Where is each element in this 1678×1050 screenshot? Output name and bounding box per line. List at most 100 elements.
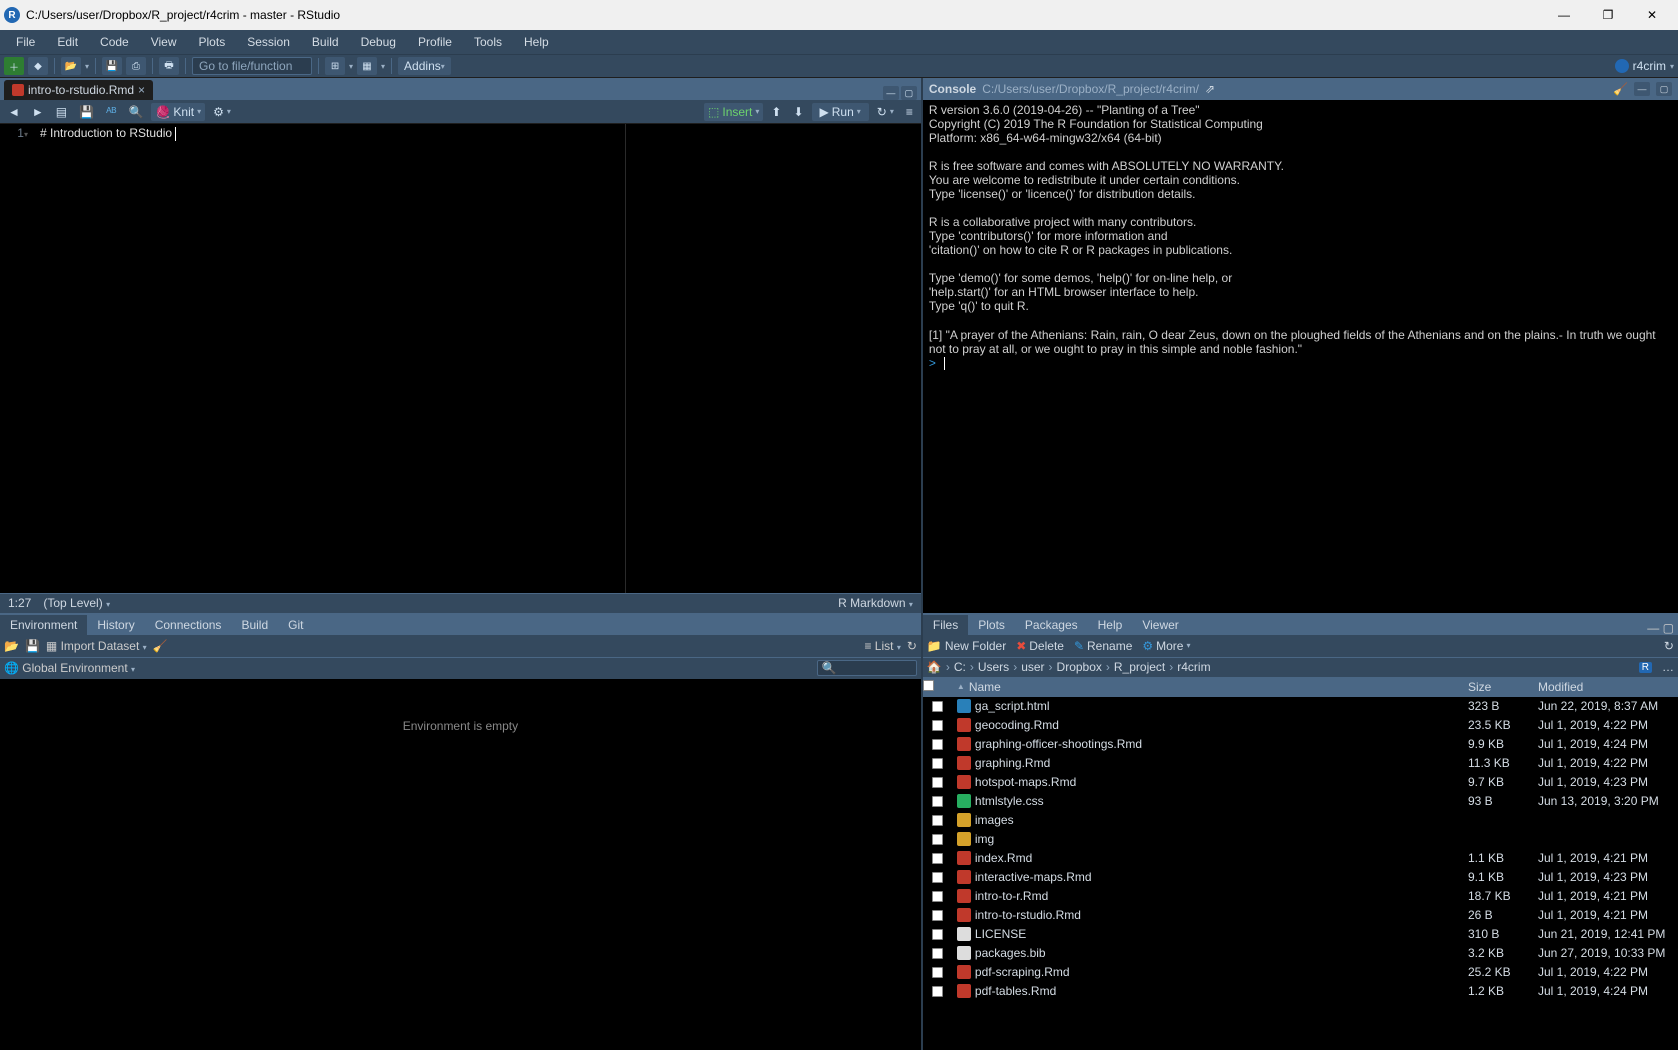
console-output[interactable]: R version 3.6.0 (2019-04-26) -- "Plantin… (923, 100, 1678, 613)
source-tab[interactable]: intro-to-rstudio.Rmd × (4, 80, 153, 100)
find-button[interactable]: 🔍 (125, 103, 148, 121)
breadcrumb-item[interactable]: Users (978, 660, 1009, 674)
menu-file[interactable]: File (6, 33, 45, 51)
min-files-icon[interactable]: — (1647, 621, 1659, 635)
minimize-pane-icon[interactable]: — (883, 86, 899, 100)
file-row[interactable]: interactive-maps.Rmd9.1 KBJul 1, 2019, 4… (923, 868, 1678, 887)
breadcrumb-item[interactable]: Dropbox (1057, 660, 1102, 674)
addins-button[interactable]: Addins ▾ (398, 57, 451, 75)
clear-workspace-button[interactable]: 🧹 (153, 639, 168, 653)
file-row[interactable]: pdf-tables.Rmd1.2 KBJul 1, 2019, 4:24 PM (923, 982, 1678, 1001)
env-search-input[interactable]: 🔍 (817, 660, 917, 676)
delete-button[interactable]: ✖ Delete (1016, 639, 1064, 653)
envtab-connections[interactable]: Connections (145, 615, 232, 635)
go-up-button[interactable]: ⬆ (767, 103, 785, 121)
knit-button[interactable]: 🧶 Knit ▾ (151, 103, 205, 121)
save-source-button[interactable]: 💾 (75, 103, 98, 121)
project-selector[interactable]: r4crim ▾ (1615, 59, 1674, 73)
home-icon[interactable]: 🏠 (927, 660, 942, 674)
env-scope-selector[interactable]: 🌐 Global Environment ▾ (4, 661, 135, 675)
file-checkbox[interactable] (932, 967, 943, 978)
file-checkbox[interactable] (932, 929, 943, 940)
file-row[interactable]: packages.bib3.2 KBJun 27, 2019, 10:33 PM (923, 944, 1678, 963)
file-checkbox[interactable] (932, 872, 943, 883)
r-proj-icon[interactable]: R (1639, 662, 1652, 673)
menu-help[interactable]: Help (514, 33, 559, 51)
spellcheck-button[interactable]: ᴬᴮ (102, 103, 120, 121)
file-checkbox[interactable] (932, 777, 943, 788)
more-path-button[interactable]: … (1662, 660, 1674, 674)
breadcrumb-item[interactable]: R_project (1114, 660, 1165, 674)
breadcrumb-item[interactable]: C: (954, 660, 966, 674)
save-workspace-button[interactable]: 💾 (25, 639, 40, 653)
file-checkbox[interactable] (932, 720, 943, 731)
file-checkbox[interactable] (932, 796, 943, 807)
breadcrumb-item[interactable]: user (1021, 660, 1044, 674)
breadcrumb-item[interactable]: r4crim (1177, 660, 1210, 674)
scope-selector[interactable]: (Top Level) ▾ (43, 596, 110, 610)
col-name[interactable]: Name (969, 680, 1001, 694)
filestab-packages[interactable]: Packages (1015, 615, 1088, 635)
forward-button[interactable]: ► (28, 103, 48, 121)
menu-session[interactable]: Session (237, 33, 300, 51)
file-row[interactable]: pdf-scraping.Rmd25.2 KBJul 1, 2019, 4:22… (923, 963, 1678, 982)
file-checkbox[interactable] (932, 834, 943, 845)
close-button[interactable]: ✕ (1630, 0, 1674, 30)
menu-debug[interactable]: Debug (351, 33, 406, 51)
file-row[interactable]: images (923, 811, 1678, 830)
menu-profile[interactable]: Profile (408, 33, 462, 51)
outline-toggle-button[interactable]: ≡ (902, 103, 917, 121)
load-workspace-button[interactable]: 📂 (4, 639, 19, 653)
knit-options-button[interactable]: ⚙ ▾ (209, 103, 235, 121)
min-console-icon[interactable]: — (1634, 82, 1650, 96)
new-file-button[interactable]: ＋ (4, 57, 24, 75)
file-checkbox[interactable] (932, 739, 943, 750)
menu-view[interactable]: View (141, 33, 187, 51)
go-down-button[interactable]: ⬇ (789, 103, 807, 121)
maximize-button[interactable]: ❐ (1586, 0, 1630, 30)
filestab-files[interactable]: Files (923, 615, 968, 635)
clear-console-button[interactable]: 🧹 (1613, 82, 1628, 96)
refresh-env-button[interactable]: ↻ (907, 639, 917, 653)
menu-edit[interactable]: Edit (47, 33, 88, 51)
file-row[interactable]: LICENSE310 BJun 21, 2019, 12:41 PM (923, 925, 1678, 944)
menu-code[interactable]: Code (90, 33, 139, 51)
save-all-button[interactable]: ⎙ (126, 57, 146, 75)
filestab-plots[interactable]: Plots (968, 615, 1015, 635)
file-checkbox[interactable] (932, 815, 943, 826)
file-checkbox[interactable] (932, 701, 943, 712)
save-button[interactable]: 💾 (102, 57, 122, 75)
file-row[interactable]: img (923, 830, 1678, 849)
new-folder-button[interactable]: 📁 New Folder (927, 639, 1006, 653)
tab-close-icon[interactable]: × (138, 83, 145, 97)
doc-type-selector[interactable]: R Markdown ▾ (838, 596, 913, 610)
back-button[interactable]: ◄ (4, 103, 24, 121)
file-row[interactable]: hotspot-maps.Rmd9.7 KBJul 1, 2019, 4:23 … (923, 773, 1678, 792)
file-checkbox[interactable] (932, 891, 943, 902)
menu-build[interactable]: Build (302, 33, 349, 51)
col-size[interactable]: Size (1468, 680, 1538, 694)
envtab-build[interactable]: Build (231, 615, 278, 635)
show-outline-button[interactable]: ▤ (52, 103, 71, 121)
goto-file-input[interactable]: Go to file/function (192, 57, 312, 75)
import-dataset-button[interactable]: ▦ Import Dataset ▾ (46, 639, 147, 653)
insert-button[interactable]: ⬚ Insert ▾ (704, 103, 763, 121)
file-row[interactable]: htmlstyle.css93 BJun 13, 2019, 3:20 PM (923, 792, 1678, 811)
minimize-button[interactable]: — (1542, 0, 1586, 30)
rerun-button[interactable]: ↻ ▾ (873, 103, 898, 121)
file-row[interactable]: intro-to-rstudio.Rmd26 BJul 1, 2019, 4:2… (923, 906, 1678, 925)
envtab-history[interactable]: History (87, 615, 144, 635)
print-button[interactable]: 🖶 (159, 57, 179, 75)
grid-button[interactable]: ⊞ (325, 57, 345, 75)
file-row[interactable]: intro-to-r.Rmd18.7 KBJul 1, 2019, 4:21 P… (923, 887, 1678, 906)
file-checkbox[interactable] (932, 948, 943, 959)
max-console-icon[interactable]: ▢ (1656, 82, 1672, 96)
max-files-icon[interactable]: ▢ (1663, 621, 1674, 635)
file-row[interactable]: index.Rmd1.1 KBJul 1, 2019, 4:21 PM (923, 849, 1678, 868)
file-checkbox[interactable] (932, 910, 943, 921)
file-row[interactable]: graphing-officer-shootings.Rmd9.9 KBJul … (923, 735, 1678, 754)
file-checkbox[interactable] (932, 986, 943, 997)
refresh-files-button[interactable]: ↻ (1664, 639, 1674, 653)
open-file-button[interactable]: 📂 (61, 57, 81, 75)
more-button[interactable]: ⚙ More ▾ (1142, 639, 1190, 653)
